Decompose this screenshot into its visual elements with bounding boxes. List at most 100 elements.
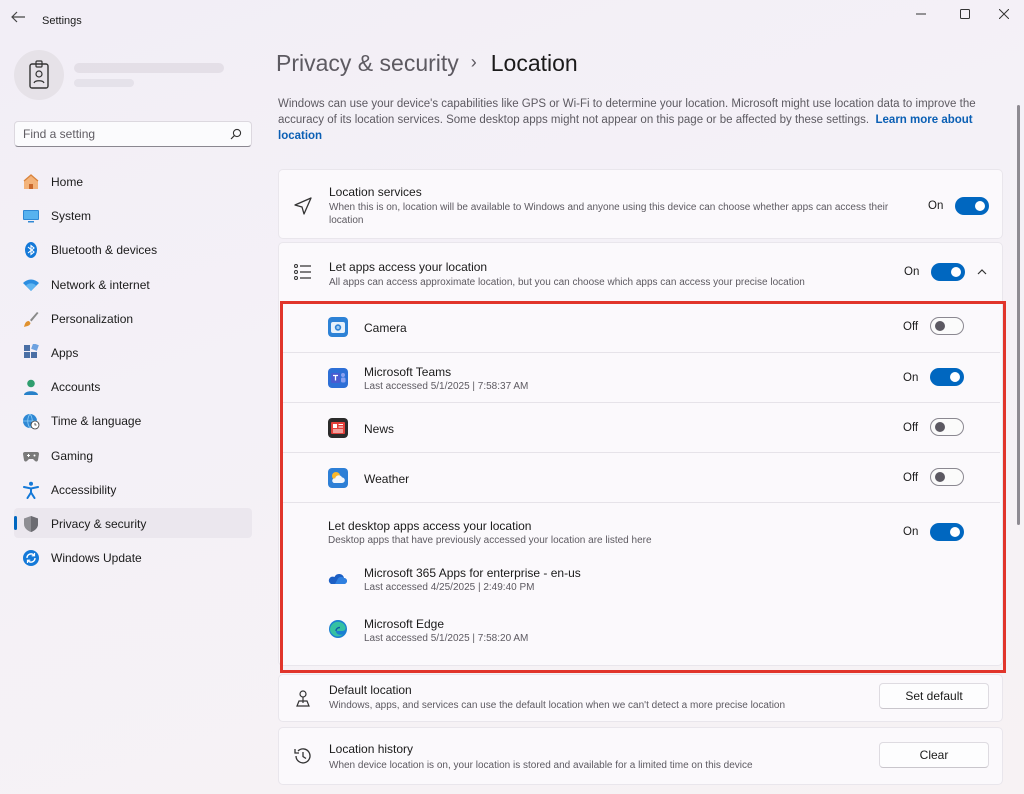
account-email-redacted bbox=[74, 79, 134, 87]
default-location-card: Default location Windows, apps, and serv… bbox=[278, 674, 1003, 722]
news-app-icon bbox=[328, 418, 348, 438]
location-services-state: On bbox=[928, 200, 944, 212]
desktop-apps-toggle[interactable] bbox=[930, 523, 964, 541]
minimize-button[interactable] bbox=[903, 4, 939, 24]
sidebar-item-system[interactable]: System bbox=[14, 200, 252, 230]
search-icon[interactable] bbox=[230, 128, 242, 140]
app-state: Off bbox=[903, 422, 919, 434]
desktop-apps-state: On bbox=[903, 526, 919, 538]
maximize-button[interactable] bbox=[947, 4, 983, 24]
sidebar-item-bluetooth[interactable]: Bluetooth & devices bbox=[14, 234, 252, 264]
desktop-apps-section: Let desktop apps access your location De… bbox=[283, 502, 1000, 662]
close-icon bbox=[999, 9, 1009, 19]
sidebar-item-label: Time & language bbox=[51, 414, 142, 429]
app-name: Weather bbox=[364, 472, 410, 486]
sidebar-item-home[interactable]: Home bbox=[14, 166, 252, 196]
avatar[interactable] bbox=[14, 50, 64, 100]
sidebar-nav: Home System Bluetooth & devices Network … bbox=[14, 166, 252, 576]
bluetooth-icon bbox=[25, 242, 37, 259]
system-icon bbox=[23, 210, 39, 223]
sidebar-item-label: Apps bbox=[51, 345, 79, 360]
globe-clock-icon bbox=[23, 414, 40, 430]
app-state: On bbox=[903, 372, 919, 384]
scrollbar[interactable] bbox=[1017, 105, 1020, 525]
sidebar-item-label: Network & internet bbox=[51, 277, 150, 292]
history-icon bbox=[294, 748, 311, 764]
app-row-news: News Off bbox=[283, 402, 1000, 452]
teams-app-icon bbox=[328, 368, 348, 388]
app-row-camera: Camera Off bbox=[283, 301, 1000, 352]
sidebar-item-gaming[interactable]: Gaming bbox=[14, 440, 252, 470]
sidebar-item-label: Personalization bbox=[51, 311, 134, 326]
weather-app-icon bbox=[328, 468, 348, 488]
desktop-apps-title: Let desktop apps access your location bbox=[328, 519, 532, 533]
teams-toggle[interactable] bbox=[930, 368, 964, 386]
location-services-card: Location services When this is on, locat… bbox=[278, 169, 1003, 239]
breadcrumb-parent[interactable]: Privacy & security bbox=[276, 50, 459, 76]
desktop-apps-description: Desktop apps that have previously access… bbox=[328, 535, 652, 546]
sidebar-item-label: Accounts bbox=[51, 380, 101, 395]
sidebar-item-personalization[interactable]: Personalization bbox=[14, 303, 252, 333]
let-apps-toggle[interactable] bbox=[931, 263, 965, 281]
weather-toggle[interactable] bbox=[930, 468, 964, 486]
sidebar-item-privacy-security[interactable]: Privacy & security bbox=[14, 507, 252, 538]
sidebar-item-accessibility[interactable]: Accessibility bbox=[14, 474, 252, 504]
active-indicator bbox=[14, 515, 17, 530]
back-button[interactable] bbox=[10, 10, 32, 30]
accounts-icon bbox=[24, 379, 38, 396]
apps-icon bbox=[24, 343, 39, 358]
search-input[interactable]: Find a setting bbox=[23, 127, 95, 141]
intro-text: Windows can use your device's capabiliti… bbox=[278, 96, 1008, 144]
location-history-description: When device location is on, your locatio… bbox=[329, 760, 753, 771]
default-location-title: Default location bbox=[329, 683, 412, 697]
set-default-button[interactable]: Set default bbox=[879, 683, 989, 709]
app-title: Settings bbox=[42, 15, 82, 27]
onedrive-cloud-icon bbox=[328, 573, 347, 584]
account-name-redacted bbox=[74, 63, 224, 73]
gamepad-icon bbox=[23, 451, 39, 462]
minimize-icon bbox=[916, 13, 926, 15]
sidebar-item-time-language[interactable]: Time & language bbox=[14, 405, 252, 435]
app-last-accessed: Last accessed 4/25/2025 | 2:49:40 PM bbox=[364, 582, 535, 593]
let-apps-title: Let apps access your location bbox=[329, 260, 488, 274]
app-name: News bbox=[364, 422, 395, 436]
location-history-title: Location history bbox=[329, 742, 414, 756]
title-bar: Settings bbox=[0, 0, 1024, 40]
clear-button[interactable]: Clear bbox=[879, 742, 989, 768]
search-box[interactable]: Find a setting bbox=[14, 121, 252, 147]
accessibility-icon bbox=[23, 481, 39, 499]
app-last-accessed: Last accessed 5/1/2025 | 7:58:37 AM bbox=[364, 381, 529, 392]
sidebar-item-label: Bluetooth & devices bbox=[51, 243, 158, 258]
home-icon bbox=[23, 174, 39, 189]
news-toggle[interactable] bbox=[930, 418, 964, 436]
app-state: Off bbox=[903, 321, 919, 333]
sidebar-item-label: Privacy & security bbox=[51, 516, 147, 531]
page-title: Location bbox=[490, 50, 578, 76]
location-services-toggle[interactable] bbox=[955, 197, 989, 215]
app-state: Off bbox=[903, 472, 919, 484]
breadcrumb: Privacy & security › Location bbox=[276, 50, 578, 77]
location-services-title: Location services bbox=[329, 185, 422, 199]
breadcrumb-separator: › bbox=[470, 52, 477, 72]
app-name: Camera bbox=[364, 321, 407, 335]
let-apps-description: All apps can access approximate location… bbox=[329, 277, 805, 288]
camera-toggle[interactable] bbox=[930, 317, 964, 335]
wifi-icon bbox=[23, 279, 39, 291]
app-last-accessed: Last accessed 5/1/2025 | 7:58:20 AM bbox=[364, 633, 529, 644]
let-apps-state: On bbox=[904, 266, 920, 278]
sidebar-item-apps[interactable]: Apps bbox=[14, 337, 252, 367]
sidebar-item-accounts[interactable]: Accounts bbox=[14, 371, 252, 401]
app-name: Microsoft Teams bbox=[364, 365, 452, 379]
camera-app-icon bbox=[328, 317, 348, 337]
list-icon bbox=[294, 264, 311, 280]
sidebar-item-network[interactable]: Network & internet bbox=[14, 269, 252, 299]
shield-icon bbox=[24, 515, 38, 532]
app-row-weather: Weather Off bbox=[283, 452, 1000, 502]
sidebar-item-label: Home bbox=[51, 175, 84, 189]
close-button[interactable] bbox=[986, 4, 1022, 24]
update-icon bbox=[23, 550, 39, 567]
sidebar-item-windows-update[interactable]: Windows Update bbox=[14, 542, 252, 572]
default-location-description: Windows, apps, and services can use the … bbox=[329, 700, 786, 711]
chevron-up-icon[interactable] bbox=[977, 268, 987, 275]
sidebar-item-label: Gaming bbox=[51, 448, 94, 463]
